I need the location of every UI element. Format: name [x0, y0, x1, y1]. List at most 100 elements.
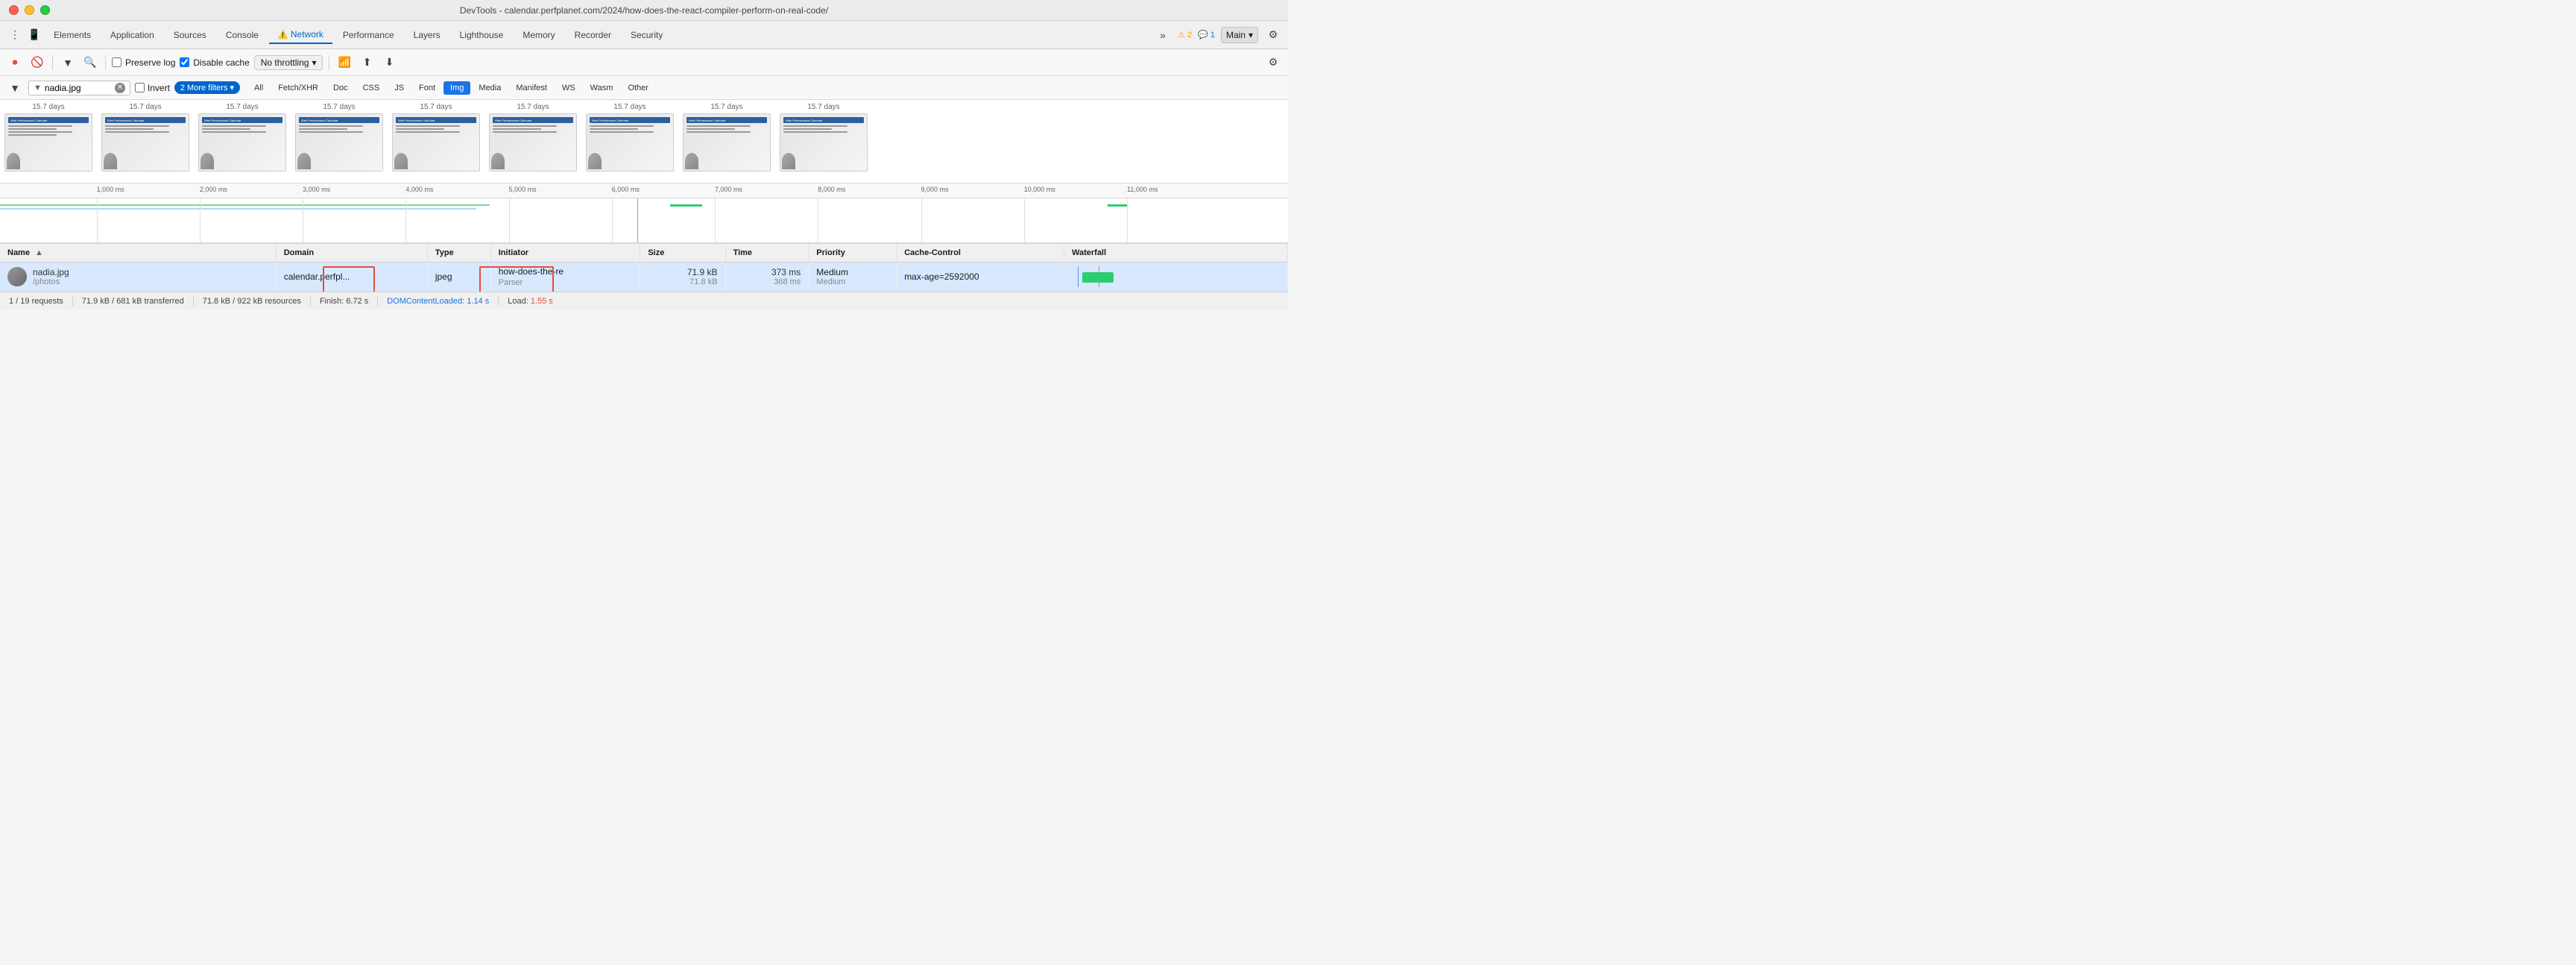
time-secondary: 368 ms — [733, 277, 801, 286]
filmstrip-frame[interactable]: 15.7 days Web Performance Calendar — [775, 103, 872, 172]
preserve-log-checkbox[interactable]: Preserve log — [112, 57, 175, 68]
clear-button[interactable]: 🚫 — [28, 54, 46, 72]
ruler-tick: 1,000 ms — [97, 186, 124, 193]
tab-network[interactable]: ⚠️ Network — [269, 26, 332, 44]
disable-cache-input[interactable] — [180, 57, 189, 67]
filmstrip-frame[interactable]: 15.7 days Web Performance Calendar — [484, 103, 581, 172]
th-priority[interactable]: Priority — [809, 244, 897, 263]
filmstrip-frame[interactable]: 15.7 days Web Performance Calendar — [291, 103, 388, 172]
tab-memory[interactable]: Memory — [514, 27, 564, 43]
tab-performance[interactable]: Performance — [334, 27, 403, 43]
throttle-dropdown-arrow: ▾ — [312, 57, 316, 68]
avatar-image — [7, 267, 27, 286]
tab-lighthouse[interactable]: Lighthouse — [451, 27, 513, 43]
import-button[interactable]: ⬆ — [358, 54, 376, 72]
filter-toggle-button[interactable]: ▼ — [59, 54, 77, 72]
settings-button[interactable]: ⚙ — [1264, 26, 1282, 44]
th-waterfall[interactable]: Waterfall — [1064, 244, 1288, 263]
record-button[interactable]: ⏺ — [6, 54, 24, 72]
filmstrip-frame[interactable]: 15.7 days Web Performance Calendar — [581, 103, 678, 172]
filter-type-img[interactable]: Img — [443, 81, 470, 95]
th-domain[interactable]: Domain — [276, 244, 427, 263]
disable-cache-checkbox[interactable]: Disable cache — [180, 57, 249, 68]
th-initiator[interactable]: Initiator — [490, 244, 640, 263]
type-value: jpeg — [435, 271, 452, 282]
dom-content-loaded: DOMContentLoaded: 1.14 s — [378, 297, 499, 306]
tab-application[interactable]: Application — [101, 27, 163, 43]
th-cache-control[interactable]: Cache-Control — [897, 244, 1064, 263]
ruler-line — [405, 198, 406, 242]
th-size[interactable]: Size — [640, 244, 725, 263]
filter-type-all[interactable]: All — [247, 81, 270, 95]
more-tabs-button[interactable]: » — [1154, 26, 1172, 44]
size-cell: 71.9 kB 71.8 kB — [648, 267, 717, 286]
filmstrip-frame[interactable]: 15.7 days Web Performance Calendar — [194, 103, 291, 172]
filmstrip-frame[interactable]: 15.7 days Web Performance Calendar — [0, 103, 97, 172]
filmstrip-area: 15.7 days Web Performance Calendar — [0, 100, 1288, 183]
invert-checkbox[interactable]: Invert — [135, 83, 170, 93]
filter-type-font[interactable]: Font — [412, 81, 442, 95]
filter-type-doc[interactable]: Doc — [326, 81, 355, 95]
disable-cache-label: Disable cache — [193, 57, 249, 68]
more-filters-button[interactable]: 2 More filters ▾ — [174, 81, 240, 94]
invert-input[interactable] — [135, 83, 145, 92]
load-line — [637, 198, 638, 242]
invert-label: Invert — [148, 83, 170, 93]
network-settings-button[interactable]: ⚙ — [1264, 54, 1282, 72]
td-name: nadia.jpg /photos — [0, 263, 276, 292]
filmstrip-frame[interactable]: 15.7 days Web Performance Calendar — [678, 103, 775, 172]
initiator-primary: how-does-the-re — [499, 266, 564, 277]
th-size-label: Size — [648, 248, 664, 257]
table-row[interactable]: nadia.jpg /photos calendar.perfpl... jpe… — [0, 263, 1288, 292]
devtools-menu-icon[interactable]: ⋮ — [6, 26, 24, 44]
th-name[interactable]: Name ▲ — [0, 244, 276, 263]
tab-recorder[interactable]: Recorder — [566, 27, 620, 43]
preserve-log-input[interactable] — [112, 57, 121, 67]
main-dropdown[interactable]: Main ▾ — [1221, 27, 1258, 43]
tab-elements[interactable]: Elements — [45, 27, 100, 43]
clear-icon: 🚫 — [31, 56, 43, 69]
filter-type-ws[interactable]: WS — [555, 81, 582, 95]
export-button[interactable]: ⬇ — [380, 54, 398, 72]
wifi-conditions-button[interactable]: 📶 — [335, 54, 353, 72]
filter-funnel-icon[interactable]: ▼ — [6, 79, 24, 97]
tab-console-label: Console — [226, 30, 259, 40]
network-toolbar: ⏺ 🚫 ▼ 🔍 Preserve log Disable cache No th… — [0, 49, 1288, 76]
minimize-button[interactable] — [25, 5, 34, 15]
maximize-button[interactable] — [40, 5, 50, 15]
ruler-tick: 2,000 ms — [200, 186, 227, 193]
search-button[interactable]: 🔍 — [81, 54, 99, 72]
device-icon[interactable]: 📱 — [25, 26, 43, 44]
tab-security[interactable]: Security — [622, 27, 672, 43]
filter-type-fetch-xhr[interactable]: Fetch/XHR — [271, 81, 325, 95]
filter-input[interactable] — [45, 83, 112, 93]
progress-green-bar — [0, 204, 490, 206]
sort-arrow: ▲ — [35, 248, 43, 257]
filmstrip-frames: 15.7 days Web Performance Calendar — [0, 103, 1288, 172]
waterfall-overview[interactable] — [0, 198, 1288, 243]
tab-layers[interactable]: Layers — [405, 27, 449, 43]
th-type[interactable]: Type — [427, 244, 490, 263]
file-path: /photos — [33, 277, 69, 286]
filter-type-manifest[interactable]: Manifest — [509, 81, 554, 95]
throttle-selector[interactable]: No throttling ▾ — [254, 55, 323, 70]
filter-type-js[interactable]: JS — [388, 81, 411, 95]
dom-loaded-label: DOMContentLoaded: — [387, 297, 464, 306]
filmstrip-frame[interactable]: 15.7 days Web Performance Calendar — [97, 103, 194, 172]
filter-type-css[interactable]: CSS — [356, 81, 387, 95]
toolbar-separator-1 — [52, 55, 53, 70]
close-button[interactable] — [9, 5, 19, 15]
ruler-tick: 6,000 ms — [612, 186, 640, 193]
tab-console[interactable]: Console — [217, 27, 268, 43]
filter-clear-button[interactable]: ✕ — [115, 83, 125, 93]
priority-primary: Medium — [816, 267, 888, 277]
ruler-line — [612, 198, 613, 242]
th-time[interactable]: Time — [725, 244, 809, 263]
filmstrip-frame[interactable]: 15.7 days Web Performance Calendar — [388, 103, 484, 172]
tab-sources[interactable]: Sources — [165, 27, 215, 43]
filter-type-media[interactable]: Media — [472, 81, 508, 95]
filter-type-other[interactable]: Other — [621, 81, 655, 95]
filter-type-wasm[interactable]: Wasm — [584, 81, 620, 95]
th-initiator-label: Initiator — [499, 248, 528, 257]
frame-time: 15.7 days — [32, 103, 64, 111]
